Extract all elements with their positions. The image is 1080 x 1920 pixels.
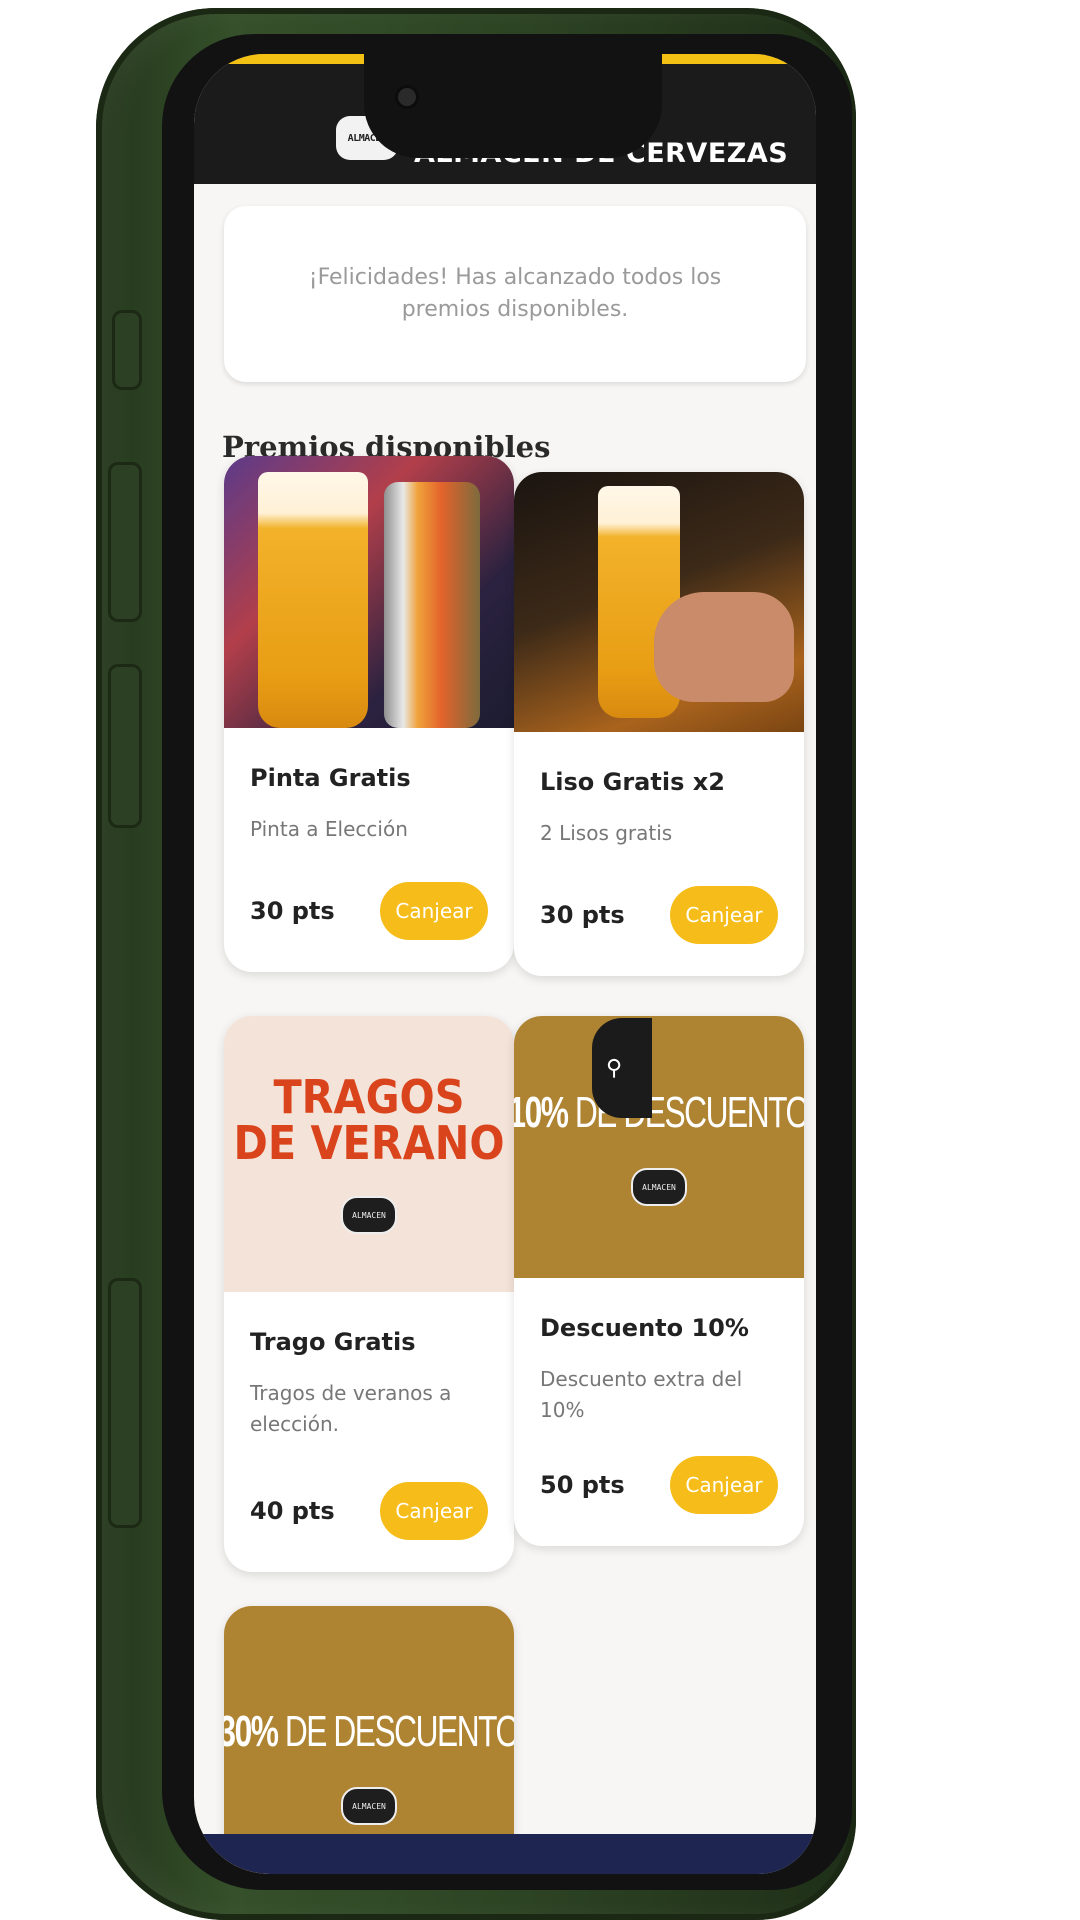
reward-description: Tragos de veranos a elección. — [250, 1381, 452, 1436]
reward-image — [224, 456, 514, 728]
reward-description: 2 Lisos gratis — [540, 821, 673, 845]
summer-image-line-1: TRAGOS — [273, 1070, 465, 1124]
redeem-button[interactable]: Canjear — [380, 882, 488, 940]
reward-image: TRAGOS DE VERANO ALMACEN — [224, 1016, 514, 1292]
reward-points: 30 pts — [540, 901, 625, 929]
reward-description: Pinta a Elección — [250, 817, 408, 841]
reward-card: 10% DE DESCUENTO ALMACEN Descuento 10% D… — [514, 1016, 804, 1546]
reward-title: Liso Gratis x2 — [540, 768, 725, 796]
reward-image: 10% DE DESCUENTO ALMACEN — [514, 1016, 804, 1278]
mute-switch — [112, 310, 142, 390]
volume-down-button — [108, 664, 142, 828]
reward-image — [514, 472, 804, 732]
reward-points: 30 pts — [250, 897, 335, 925]
redeem-button[interactable]: Canjear — [380, 1482, 488, 1540]
hand-image — [654, 592, 794, 702]
side-button — [108, 1278, 142, 1528]
brand-badge-icon: ALMACEN — [631, 1168, 687, 1206]
camera-icon — [398, 88, 416, 106]
app-screen: ALMACEN ALMACÉN DE CERVEZAS ¡Felicidades… — [194, 54, 816, 1874]
reward-points: 40 pts — [250, 1497, 335, 1525]
discount-image-text: 10% DE DESCUENTO — [514, 1088, 804, 1137]
volume-up-button — [108, 462, 142, 622]
reward-description: Descuento extra del 10% — [540, 1367, 743, 1422]
reward-points: 50 pts — [540, 1471, 625, 1499]
reward-title: Pinta Gratis — [250, 764, 411, 792]
discount-image-text: 30% DE DESCUENTO — [224, 1707, 514, 1756]
reward-card: TRAGOS DE VERANO ALMACEN Trago Gratis Tr… — [224, 1016, 514, 1572]
reward-title: Trago Gratis — [250, 1328, 416, 1356]
redeem-button[interactable]: Canjear — [670, 886, 778, 944]
brand-badge-icon: ALMACEN — [341, 1787, 397, 1825]
redeem-button[interactable]: Canjear — [670, 1456, 778, 1514]
beer-glass-image — [258, 472, 368, 728]
reward-card: Liso Gratis x2 2 Lisos gratis 30 pts Can… — [514, 472, 804, 976]
congrats-notice: ¡Felicidades! Has alcanzado todos los pr… — [224, 206, 806, 382]
reward-title: Descuento 10% — [540, 1314, 749, 1342]
brand-badge-icon: ALMACEN — [341, 1196, 397, 1234]
summer-image-line-2: DE VERANO — [233, 1116, 505, 1170]
reward-card: Pinta Gratis Pinta a Elección 30 pts Can… — [224, 456, 514, 972]
filter-icon[interactable]: ⚲ — [592, 1018, 652, 1118]
bottom-bar — [194, 1834, 816, 1874]
beer-can-image — [384, 482, 480, 728]
